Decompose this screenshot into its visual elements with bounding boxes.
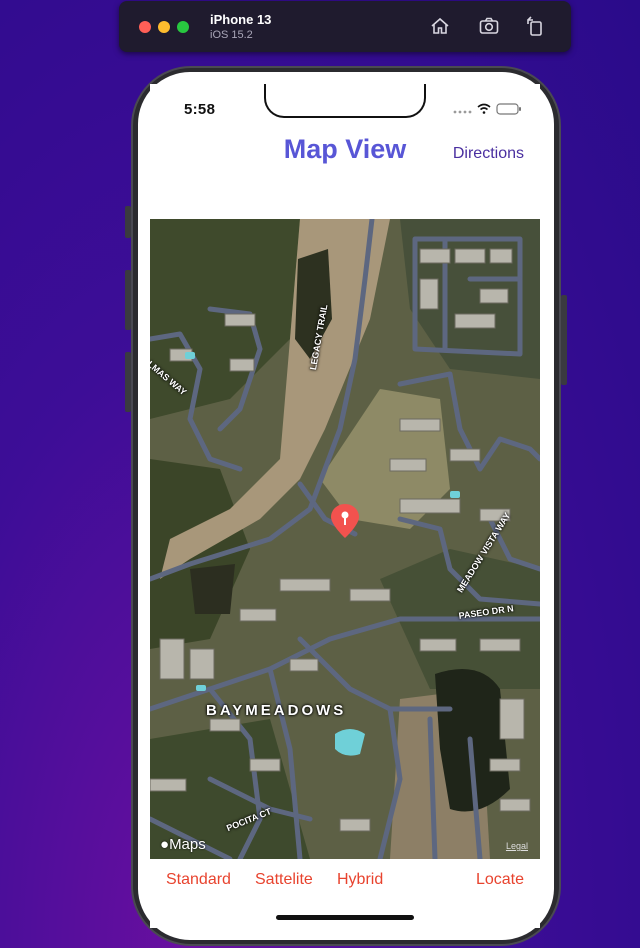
cellular-icon — [453, 110, 472, 114]
volume-up-button — [125, 270, 131, 330]
apple-logo-icon: ● — [160, 836, 170, 853]
wifi-icon — [477, 103, 491, 111]
standard-button[interactable]: Standard — [166, 871, 231, 889]
phone-screen: 5:58 Map View Directions LEGACY TRAIL LM… — [150, 84, 540, 928]
notch — [264, 84, 426, 118]
legal-link[interactable]: Legal — [506, 841, 528, 851]
locate-button[interactable]: Locate — [476, 871, 524, 889]
directions-button[interactable]: Directions — [453, 145, 524, 163]
volume-down-button — [125, 352, 131, 412]
status-icons — [452, 102, 522, 116]
area-label: BAYMEADOWS — [206, 702, 347, 719]
map-view[interactable]: LEGACY TRAIL LMAS WAY MEADOW VISTA WAY P… — [150, 219, 540, 859]
device-name: iPhone 13 — [210, 12, 272, 27]
power-button — [561, 295, 567, 385]
zoom-window-button[interactable] — [177, 21, 189, 33]
satellite-imagery — [150, 219, 540, 859]
home-indicator[interactable] — [276, 915, 414, 920]
battery-icon — [496, 103, 521, 115]
mute-switch — [125, 206, 131, 238]
map-type-toolbar: Standard Sattelite Hybrid Locate — [150, 859, 540, 905]
rotate-icon[interactable] — [524, 15, 546, 37]
os-version: iOS 15.2 — [210, 29, 253, 41]
simulator-toolbar: iPhone 13 iOS 15.2 — [119, 1, 571, 52]
minimize-window-button[interactable] — [158, 21, 170, 33]
satellite-button[interactable]: Sattelite — [255, 871, 313, 889]
close-window-button[interactable] — [139, 21, 151, 33]
home-icon[interactable] — [429, 15, 451, 37]
screenshot-icon[interactable] — [478, 15, 500, 37]
status-time: 5:58 — [184, 101, 216, 118]
map-pin-icon[interactable] — [330, 503, 360, 539]
hybrid-button[interactable]: Hybrid — [337, 871, 383, 889]
maps-attribution: ●Maps — [160, 836, 206, 853]
